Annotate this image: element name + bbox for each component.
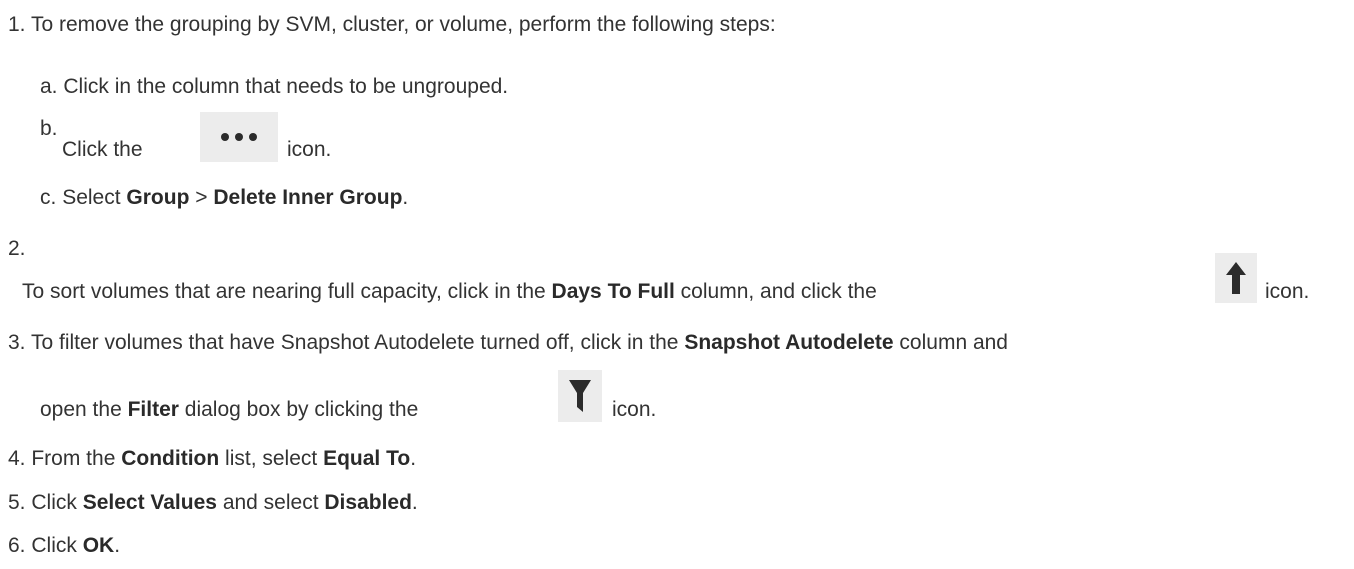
step-text: To filter volumes that have Snapshot Aut… <box>30 331 679 354</box>
equal-to-label: Equal To <box>323 447 411 470</box>
substep-text-after: . <box>402 186 409 209</box>
step-2-number-line: 2. <box>8 236 26 262</box>
step-number: 6. <box>8 534 26 557</box>
substep-c: c. Select Group > Delete Inner Group. <box>40 185 408 211</box>
step-number: 4. <box>8 447 26 470</box>
step-6: 6. Click OK. <box>8 533 120 559</box>
substep-a: a. Click in the column that needs to be … <box>40 74 508 100</box>
substep-letter: a. <box>40 75 58 98</box>
substep-b-letter-line: b. <box>40 116 58 142</box>
substep-b-after: icon. <box>287 137 331 163</box>
substep-text-before: Click the <box>62 138 143 161</box>
snapshot-autodelete-label: Snapshot Autodelete <box>684 331 894 354</box>
substep-text-before: Select <box>62 186 121 209</box>
step-3-line-1: 3. To filter volumes that have Snapshot … <box>8 330 1008 356</box>
select-values-label: Select Values <box>82 491 217 514</box>
step-5: 5. Click Select Values and select Disabl… <box>8 490 418 516</box>
disabled-label: Disabled <box>324 491 412 514</box>
condition-label: Condition <box>121 447 220 470</box>
menu-group-label: Group <box>126 186 190 209</box>
days-to-full-label: Days To Full <box>551 280 675 303</box>
step-number: 5. <box>8 491 26 514</box>
step-number: 2. <box>8 237 26 260</box>
step-text-before: To sort volumes that are nearing full ca… <box>22 280 546 303</box>
step-text-mid: column, and click the <box>680 280 877 303</box>
menu-delete-inner-group-label: Delete Inner Group <box>213 186 403 209</box>
step-text: dialog box by clicking the <box>184 398 419 421</box>
step-3-line-2: open the Filter dialog box by clicking t… <box>40 397 418 423</box>
step-text-after: . <box>411 491 418 514</box>
more-options-icon <box>200 112 278 162</box>
step-text-after: icon. <box>1265 280 1310 303</box>
instruction-document: 1. To remove the grouping by SVM, cluste… <box>0 0 1354 569</box>
step-text-mid: and select <box>222 491 319 514</box>
step-text-before: Click <box>31 491 77 514</box>
step-number: 1. <box>8 13 26 36</box>
substep-text-after: icon. <box>287 138 332 161</box>
substep-text: Click in the column that needs to be ung… <box>63 75 509 98</box>
step-2: To sort volumes that are nearing full ca… <box>22 279 877 305</box>
step-text: column and <box>899 331 1008 354</box>
step-text-mid: list, select <box>225 447 318 470</box>
step-number: 3. <box>8 331 26 354</box>
substep-b: Click the <box>62 137 143 163</box>
filter-icon <box>558 370 602 422</box>
step-text: To remove the grouping by SVM, cluster, … <box>30 13 776 36</box>
step-text-after: icon. <box>612 398 657 421</box>
step-text-before: From the <box>31 447 116 470</box>
menu-separator: > <box>195 186 208 209</box>
step-text-after: . <box>410 447 417 470</box>
step-text: open the <box>40 398 122 421</box>
substep-letter: c. <box>40 186 57 209</box>
step-text-after: . <box>114 534 121 557</box>
step-text-before: Click <box>31 534 77 557</box>
substep-letter: b. <box>40 117 58 140</box>
step-2-after: icon. <box>1265 279 1309 305</box>
sort-up-arrow-icon <box>1215 253 1257 303</box>
ok-label: OK <box>82 534 115 557</box>
filter-label: Filter <box>127 398 179 421</box>
step-3-after: icon. <box>612 397 656 423</box>
step-4: 4. From the Condition list, select Equal… <box>8 446 416 472</box>
step-1: 1. To remove the grouping by SVM, cluste… <box>8 12 776 38</box>
